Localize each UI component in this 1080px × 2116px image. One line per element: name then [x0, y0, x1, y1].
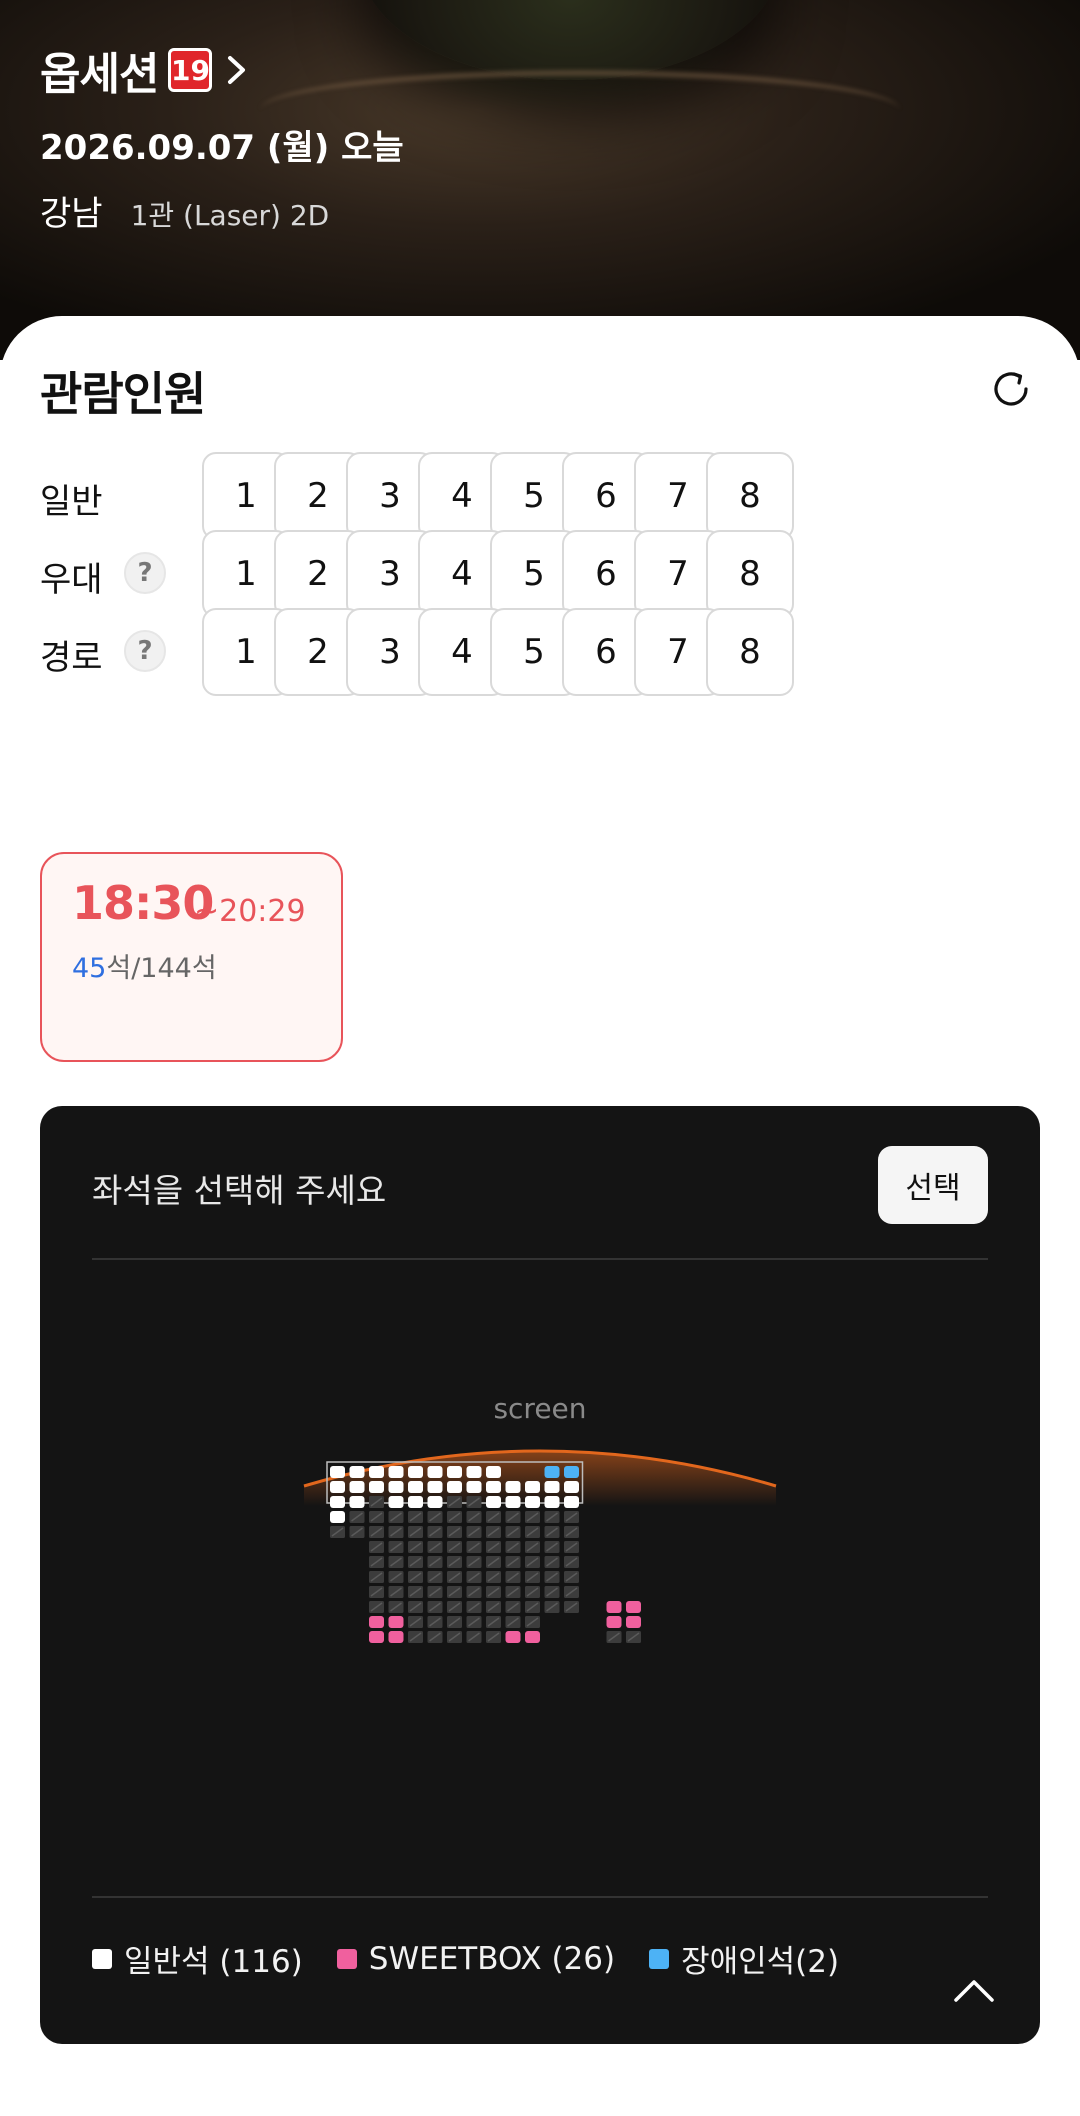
- seat-general: [369, 1466, 384, 1478]
- seat-general: [564, 1481, 579, 1493]
- seat-sweetbox: [626, 1601, 641, 1613]
- seat-general: [408, 1481, 423, 1493]
- seat-general: [388, 1466, 404, 1478]
- audience-row: 우대? 1 2 3 4 5 6 7 8: [40, 530, 1040, 618]
- seat-general: [505, 1496, 521, 1508]
- seat-general: [505, 1481, 521, 1493]
- count-button[interactable]: 8: [706, 608, 794, 696]
- seat-sweetbox: [388, 1631, 404, 1643]
- show-date: 2026.09.07 (월) 오늘: [40, 128, 404, 168]
- hall-name: 1관 (Laser) 2D: [130, 199, 330, 232]
- legend-label: 일반석 (116): [124, 1944, 303, 1980]
- seat-general: [349, 1466, 365, 1478]
- seat-general: [525, 1481, 540, 1493]
- seat-wheelchair: [544, 1466, 560, 1478]
- legend-swatch: [649, 1948, 670, 1969]
- seat-map-panel: 좌석을 선택해 주세요 선택 screen 일반석 (116) SWEETBOX …: [40, 1106, 1040, 2044]
- count-button[interactable]: 8: [706, 530, 794, 618]
- seat-general: [427, 1466, 443, 1478]
- chevron-right-icon: [224, 48, 254, 92]
- seat-general: [408, 1496, 423, 1508]
- seat-legend: 일반석 (116) SWEETBOX (26) 장애인석(2): [92, 1936, 873, 1981]
- showtime-start: 18:30: [72, 876, 214, 930]
- seat-general: [544, 1496, 560, 1508]
- legend-label: SWEETBOX (26): [368, 1940, 616, 1977]
- legend-item: 일반석 (116): [92, 1936, 303, 1981]
- seat-general: [408, 1466, 423, 1478]
- legend-swatch: [92, 1948, 112, 1969]
- chevron-up-icon[interactable]: [950, 1972, 998, 2006]
- audience-type-label: 우대: [40, 560, 103, 600]
- theater-info: 강남 1관 (Laser) 2D: [40, 186, 329, 235]
- seat-general: [486, 1466, 501, 1478]
- seat-general: [427, 1496, 443, 1508]
- audience-row: 일반 1 2 3 4 5 6 7 8: [40, 452, 1040, 540]
- seat-availability: 45석/144석: [72, 946, 217, 985]
- seat-sweetbox: [606, 1616, 622, 1628]
- theater-name: 강남: [40, 194, 103, 234]
- audience-row: 경로? 1 2 3 4 5 6 7 8: [40, 608, 1040, 696]
- seat-general: [544, 1481, 560, 1493]
- legend-swatch: [336, 1948, 357, 1969]
- seat-sweetbox: [606, 1601, 622, 1613]
- seat-general: [330, 1496, 345, 1508]
- seat-general: [525, 1496, 540, 1508]
- seat-general: [388, 1481, 404, 1493]
- seat-sweetbox: [388, 1616, 404, 1628]
- available-seats: 45: [72, 953, 107, 984]
- seat-sweetbox: [369, 1616, 384, 1628]
- movie-title: 옵세션: [40, 49, 159, 100]
- movie-header: 옵세션 19 2026.09.07 (월) 오늘 강남 1관 (Laser) 2…: [0, 0, 1080, 360]
- seat-sweetbox: [369, 1631, 384, 1643]
- seat-general: [447, 1466, 462, 1478]
- seat-general: [330, 1511, 345, 1523]
- showtime-card[interactable]: 18:30 ~20:29 45석/144석: [40, 852, 343, 1062]
- seat-sweetbox: [626, 1616, 641, 1628]
- poster-image: [360, 0, 780, 80]
- age-rating-badge: 19: [168, 48, 213, 92]
- seat-general: [466, 1481, 482, 1493]
- section-title: 관람인원: [40, 367, 206, 421]
- seat-general: [564, 1496, 579, 1508]
- seat-general: [388, 1496, 404, 1508]
- seat-general: [427, 1481, 443, 1493]
- seat-sweetbox: [505, 1631, 521, 1643]
- refresh-icon[interactable]: [988, 366, 1034, 412]
- seat-general: [369, 1481, 384, 1493]
- count-button[interactable]: 8: [706, 452, 794, 540]
- seat-general: [486, 1481, 501, 1493]
- total-seats: /144석: [131, 953, 217, 984]
- seat-general: [349, 1496, 365, 1508]
- seat-general: [466, 1466, 482, 1478]
- legend-item: SWEETBOX (26): [336, 1940, 616, 1977]
- available-suffix: 석: [106, 953, 132, 984]
- seat-general: [447, 1481, 462, 1493]
- seat-general: [330, 1466, 345, 1478]
- seat-general: [349, 1481, 365, 1493]
- audience-type-label: 경로: [40, 638, 103, 678]
- legend-label: 장애인석(2): [681, 1944, 840, 1980]
- help-icon[interactable]: ?: [124, 552, 166, 594]
- seat-sweetbox: [525, 1631, 540, 1643]
- showtime-end: ~20:29: [194, 894, 306, 929]
- seat-map[interactable]: [40, 1106, 1040, 2044]
- seat-general: [330, 1481, 345, 1493]
- help-icon[interactable]: ?: [124, 630, 166, 672]
- booking-sheet: 관람인원 일반 1 2 3 4 5 6 7 8 우대? 1 2 3 4 5 6 7 8 경로? 1 2 3 4 5 6 7 8 18…: [0, 316, 1080, 2116]
- seat-wheelchair: [564, 1466, 579, 1478]
- divider: [92, 1896, 988, 1898]
- audience-type-label: 일반: [40, 482, 103, 522]
- legend-item: 장애인석(2): [649, 1936, 839, 1981]
- movie-title-link[interactable]: 옵세션 19: [40, 38, 254, 102]
- seat-general: [486, 1496, 501, 1508]
